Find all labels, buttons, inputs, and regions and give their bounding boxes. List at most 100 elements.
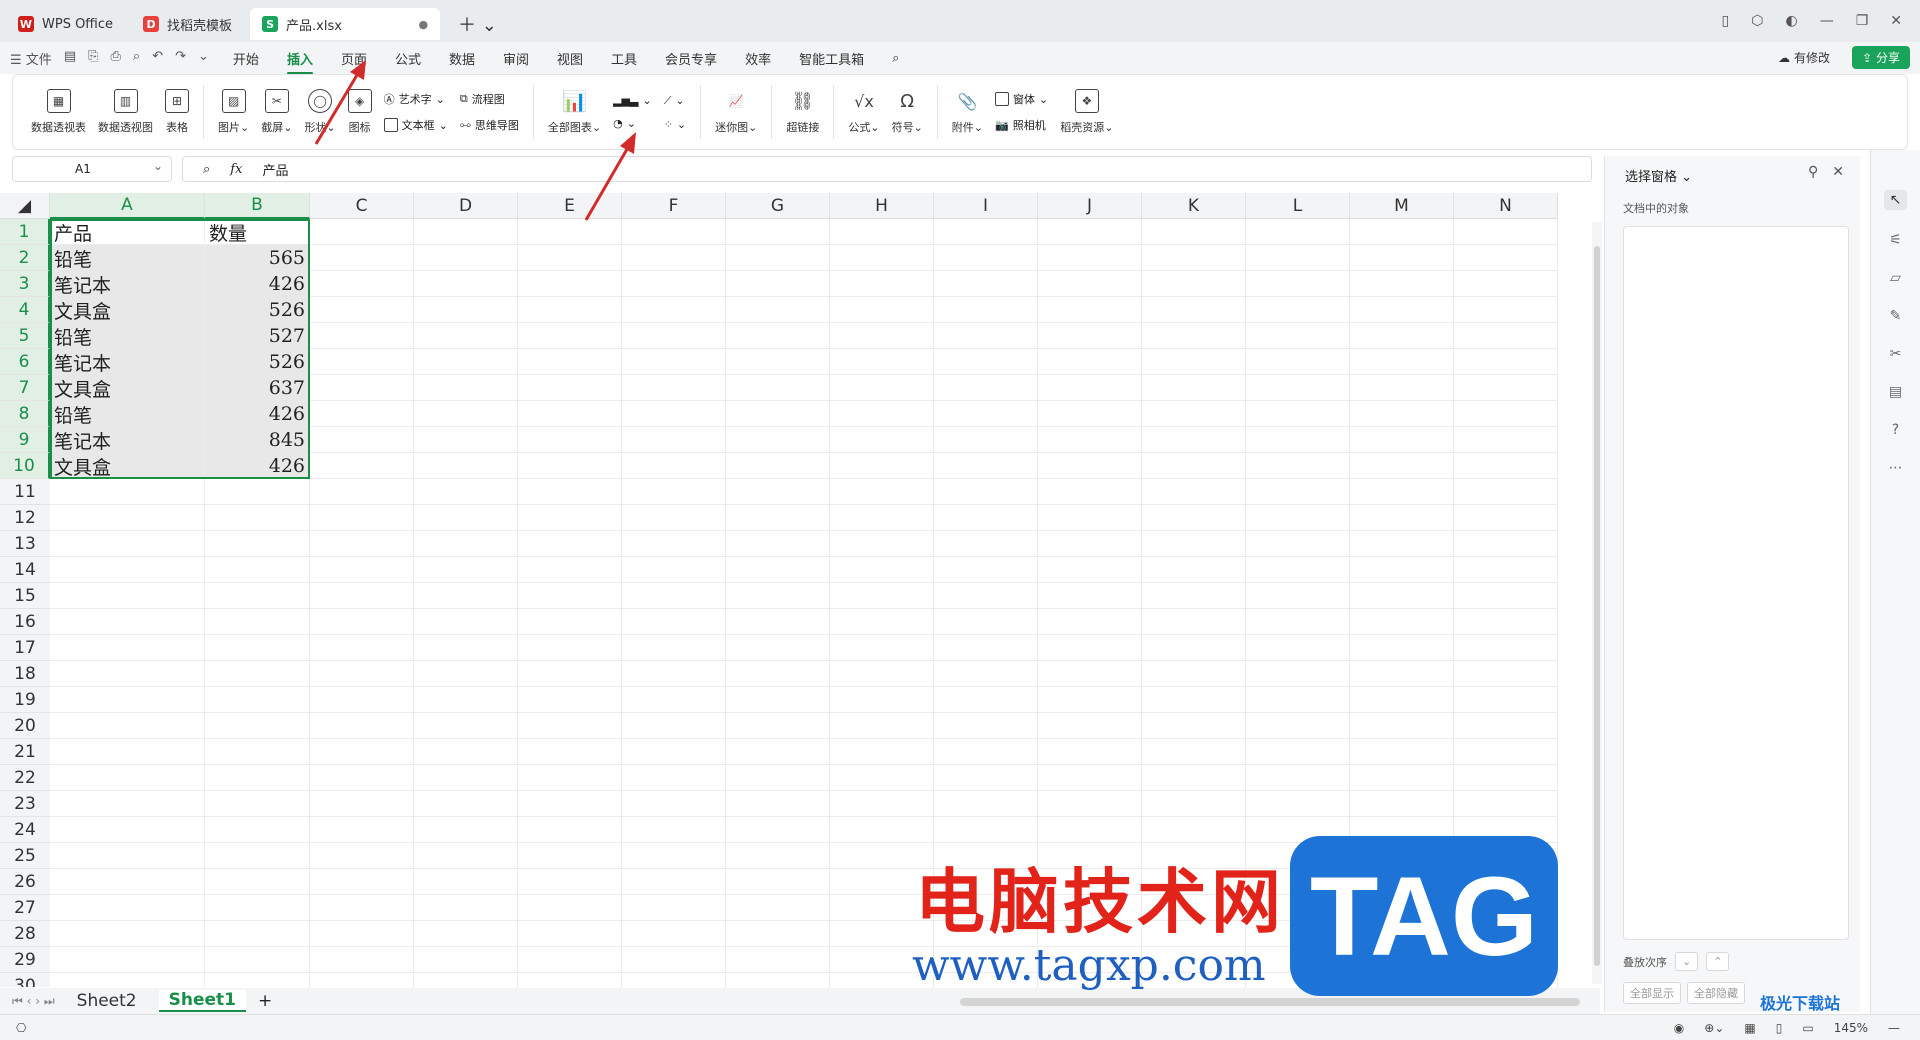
cell-e28[interactable] xyxy=(518,921,622,947)
cell-j2[interactable] xyxy=(1038,245,1142,271)
table-button[interactable]: ⊞ 表格 xyxy=(159,89,195,135)
cell-g30[interactable] xyxy=(726,973,830,987)
cell-f1[interactable] xyxy=(622,219,726,245)
more-options-icon[interactable]: ⋯ xyxy=(1889,460,1903,476)
cell-h19[interactable] xyxy=(830,687,934,713)
cell-c8[interactable] xyxy=(310,401,414,427)
cell-g10[interactable] xyxy=(726,453,830,479)
cell-d24[interactable] xyxy=(414,817,518,843)
move-down-button[interactable]: ⌄ xyxy=(1675,952,1699,971)
cell-b12[interactable] xyxy=(205,505,310,531)
select-cursor-icon[interactable]: ↖ xyxy=(1883,190,1908,210)
cell-e17[interactable] xyxy=(518,635,622,661)
cell-f30[interactable] xyxy=(622,973,726,987)
cell-g15[interactable] xyxy=(726,583,830,609)
cell-i8[interactable] xyxy=(934,401,1038,427)
cell-d12[interactable] xyxy=(414,505,518,531)
cell-i19[interactable] xyxy=(934,687,1038,713)
cell-a1[interactable]: 产品 xyxy=(50,219,205,245)
cell-f16[interactable] xyxy=(622,609,726,635)
cell-a28[interactable] xyxy=(50,921,205,947)
cell-k19[interactable] xyxy=(1142,687,1246,713)
cell-g20[interactable] xyxy=(726,713,830,739)
cell-d5[interactable] xyxy=(414,323,518,349)
cell-g27[interactable] xyxy=(726,895,830,921)
cell-m8[interactable] xyxy=(1350,401,1454,427)
cell-n5[interactable] xyxy=(1454,323,1558,349)
cell-n11[interactable] xyxy=(1454,479,1558,505)
cell-j24[interactable] xyxy=(1038,817,1142,843)
cell-d7[interactable] xyxy=(414,375,518,401)
cell-l12[interactable] xyxy=(1246,505,1350,531)
menu-insert[interactable]: 插入 xyxy=(273,49,327,75)
column-header-m[interactable]: M xyxy=(1350,193,1454,219)
cell-b1[interactable]: 数量 xyxy=(205,219,310,245)
tab-template[interactable]: D 找稻壳模板 xyxy=(131,8,244,40)
cell-d9[interactable] xyxy=(414,427,518,453)
cell-m19[interactable] xyxy=(1350,687,1454,713)
cell-k17[interactable] xyxy=(1142,635,1246,661)
cell-l1[interactable] xyxy=(1246,219,1350,245)
cell-m10[interactable] xyxy=(1350,453,1454,479)
cell-c11[interactable] xyxy=(310,479,414,505)
cell-g6[interactable] xyxy=(726,349,830,375)
menu-data[interactable]: 数据 xyxy=(435,49,489,68)
row-header-4[interactable]: 4 xyxy=(0,297,50,323)
vertical-scrollbar[interactable] xyxy=(1592,222,1602,984)
cell-a24[interactable] xyxy=(50,817,205,843)
cell-c3[interactable] xyxy=(310,271,414,297)
cell-h18[interactable] xyxy=(830,661,934,687)
menu-home[interactable]: 开始 xyxy=(219,49,273,68)
cell-g25[interactable] xyxy=(726,843,830,869)
cell-c12[interactable] xyxy=(310,505,414,531)
cell-k3[interactable] xyxy=(1142,271,1246,297)
cell-j22[interactable] xyxy=(1038,765,1142,791)
cell-i21[interactable] xyxy=(934,739,1038,765)
cell-b20[interactable] xyxy=(205,713,310,739)
cell-m1[interactable] xyxy=(1350,219,1454,245)
cell-m9[interactable] xyxy=(1350,427,1454,453)
cell-g21[interactable] xyxy=(726,739,830,765)
row-header-18[interactable]: 18 xyxy=(0,661,50,687)
cell-a9[interactable]: 笔记本 xyxy=(50,427,205,453)
cell-m23[interactable] xyxy=(1350,791,1454,817)
cell-n18[interactable] xyxy=(1454,661,1558,687)
preview-icon[interactable]: ⌕ xyxy=(133,49,140,68)
cell-b3[interactable]: 426 xyxy=(205,271,310,297)
cell-e23[interactable] xyxy=(518,791,622,817)
cell-j23[interactable] xyxy=(1038,791,1142,817)
cell-j3[interactable] xyxy=(1038,271,1142,297)
cell-d15[interactable] xyxy=(414,583,518,609)
cell-g18[interactable] xyxy=(726,661,830,687)
cell-j20[interactable] xyxy=(1038,713,1142,739)
cell-k11[interactable] xyxy=(1142,479,1246,505)
cell-b25[interactable] xyxy=(205,843,310,869)
cell-e5[interactable] xyxy=(518,323,622,349)
page-break-icon[interactable]: ▭ xyxy=(1802,1021,1813,1035)
cell-g17[interactable] xyxy=(726,635,830,661)
cell-d22[interactable] xyxy=(414,765,518,791)
cell-h5[interactable] xyxy=(830,323,934,349)
cell-b30[interactable] xyxy=(205,973,310,987)
textbox-button[interactable]: 文本框 ⌄ xyxy=(383,117,448,133)
row-header-25[interactable]: 25 xyxy=(0,843,50,869)
picture-button[interactable]: ▨ 图片⌄ xyxy=(212,89,255,135)
cell-f3[interactable] xyxy=(622,271,726,297)
cell-h9[interactable] xyxy=(830,427,934,453)
cell-a7[interactable]: 文具盒 xyxy=(50,375,205,401)
cell-g7[interactable] xyxy=(726,375,830,401)
redo-icon[interactable]: ↷ xyxy=(175,49,186,68)
cell-n23[interactable] xyxy=(1454,791,1558,817)
cell-i6[interactable] xyxy=(934,349,1038,375)
cell-d20[interactable] xyxy=(414,713,518,739)
cell-m12[interactable] xyxy=(1350,505,1454,531)
cell-h8[interactable] xyxy=(830,401,934,427)
cell-i20[interactable] xyxy=(934,713,1038,739)
cell-h7[interactable] xyxy=(830,375,934,401)
save-icon[interactable]: ▤ xyxy=(64,49,76,68)
menu-formula[interactable]: 公式 xyxy=(381,49,435,68)
screenshot-button[interactable]: ✂ 截屏⌄ xyxy=(255,89,298,135)
cell-d1[interactable] xyxy=(414,219,518,245)
cell-b9[interactable]: 845 xyxy=(205,427,310,453)
tab-product-xlsx[interactable]: S 产品.xlsx ● xyxy=(250,8,441,40)
